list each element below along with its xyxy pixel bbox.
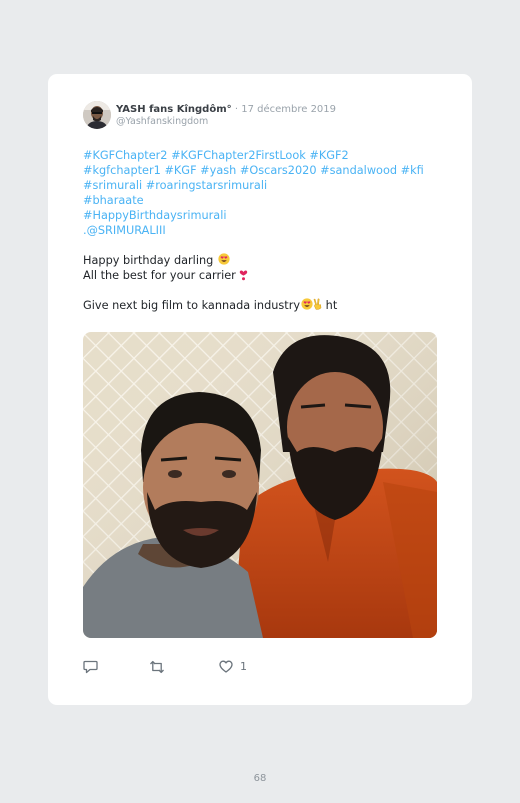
- like-icon: [219, 660, 233, 673]
- hashtag-block: #KGFChapter2 #KGFChapter2FirstLook #KGF2…: [83, 148, 443, 238]
- hashtag-row: #srimurali #roaringstarsrimurali: [83, 178, 443, 193]
- hashtag-link[interactable]: #KGFChapter2FirstLook: [171, 149, 306, 162]
- reply-icon: [83, 660, 98, 674]
- avatar[interactable]: [83, 101, 111, 129]
- hashtag-row: #kgfchapter1 #KGF #yash #Oscars2020 #san…: [83, 163, 443, 178]
- retweet-icon: [150, 660, 164, 674]
- line-spacer-2: [83, 283, 443, 298]
- like-count: 1: [240, 660, 247, 673]
- message-line-2: All the best for your carrier: [83, 268, 443, 283]
- message-line-1: Happy birthday darling: [83, 253, 443, 268]
- page-number: 68: [253, 773, 267, 784]
- hashtag-link[interactable]: #kgfchapter1: [83, 164, 161, 177]
- hashtag-row: #HappyBirthdaysrimurali: [83, 208, 443, 223]
- hashtag-row: #bharaate: [83, 193, 443, 208]
- hashtag-link[interactable]: #HappyBirthdaysrimurali: [83, 209, 227, 222]
- tweet-photo[interactable]: [83, 332, 437, 638]
- photo-image: [83, 332, 437, 638]
- victory-hand-emoji: [313, 298, 322, 310]
- tweet-header: YASH fans Kîngdôm° · 17 décembre 2019 @Y…: [116, 103, 336, 128]
- hashtag-link[interactable]: #sandalwood: [320, 164, 397, 177]
- message-text-3: Give next big film to kannada industry: [83, 299, 301, 312]
- message-text-2: All the best for your carrier: [83, 269, 236, 282]
- tweet-actions: 1: [83, 660, 283, 678]
- retweet-button[interactable]: [149, 660, 165, 674]
- tweet-date[interactable]: 17 décembre 2019: [241, 104, 336, 115]
- separator-dot: ·: [234, 104, 239, 115]
- hashtag-link[interactable]: #roaringstarsrimurali: [146, 179, 267, 192]
- tweet-text: #KGFChapter2 #KGFChapter2FirstLook #KGF2…: [83, 148, 443, 313]
- hashtag-link[interactable]: #kfi: [401, 164, 424, 177]
- message-line-3: Give next big film to kannada industry h…: [83, 298, 443, 313]
- hashtag-link[interactable]: #srimurali: [83, 179, 142, 192]
- message-text-1: Happy birthday darling: [83, 254, 214, 267]
- like-button[interactable]: 1: [219, 660, 247, 673]
- author-line: YASH fans Kîngdôm° · 17 décembre 2019: [116, 103, 336, 116]
- hashtag-row: #KGFChapter2 #KGFChapter2FirstLook #KGF2: [83, 148, 443, 163]
- message-text-3-tail: ht: [322, 299, 338, 312]
- hashtag-link[interactable]: #Oscars2020: [240, 164, 317, 177]
- hashtag-row: .@SRIMURALIII: [83, 223, 443, 238]
- author-handle[interactable]: @Yashfanskingdom: [116, 116, 336, 128]
- author-name[interactable]: YASH fans Kîngdôm°: [116, 104, 232, 115]
- line-spacer: [83, 238, 443, 253]
- reply-button[interactable]: [83, 660, 98, 674]
- red-heart-emoji: [240, 270, 248, 281]
- hashtag-link[interactable]: #KGFChapter2: [83, 149, 167, 162]
- tweet-card: YASH fans Kîngdôm° · 17 décembre 2019 @Y…: [48, 74, 472, 705]
- mention-link[interactable]: .@SRIMURALIII: [83, 224, 166, 237]
- heart-eyes-emoji: [301, 298, 313, 310]
- heart-eyes-emoji: [218, 253, 230, 265]
- hashtag-link[interactable]: #yash: [200, 164, 236, 177]
- hashtag-link[interactable]: #bharaate: [83, 194, 144, 207]
- hashtag-link[interactable]: #KGF2: [309, 149, 348, 162]
- hashtag-link[interactable]: #KGF: [164, 164, 196, 177]
- avatar-image: [83, 101, 111, 129]
